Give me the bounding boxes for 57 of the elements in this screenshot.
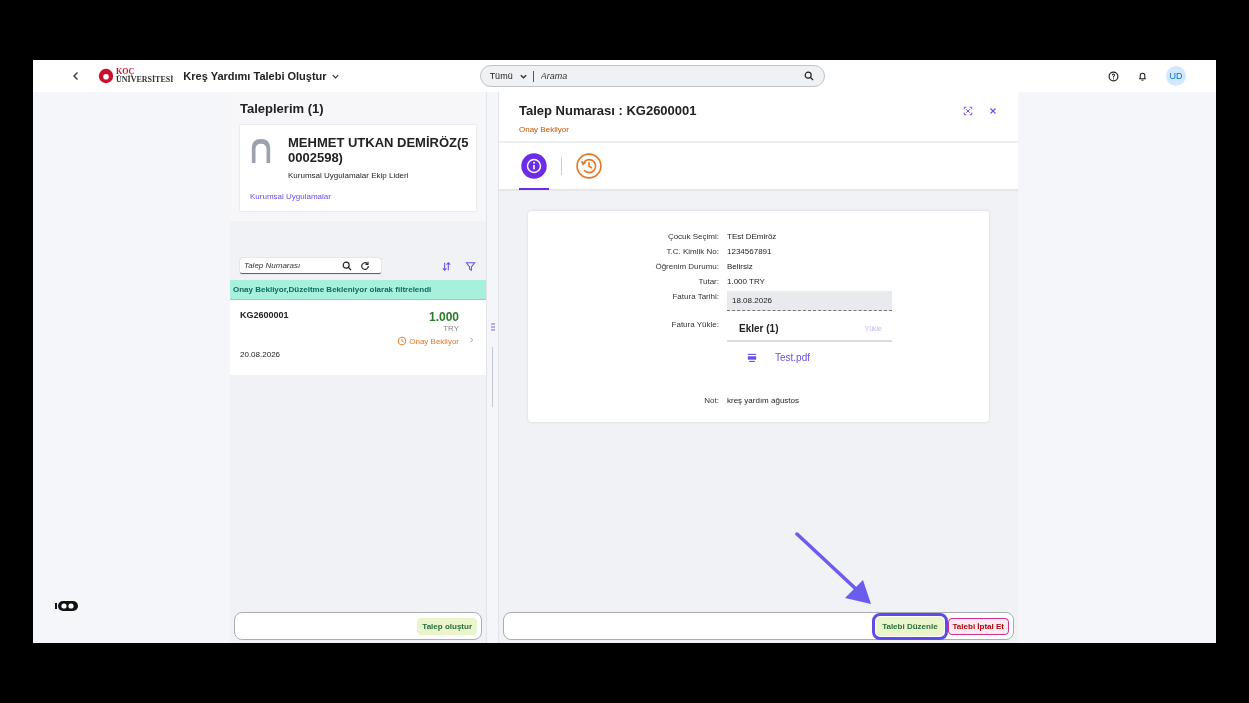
bot-icon[interactable] bbox=[55, 600, 79, 612]
currency: TRY bbox=[443, 324, 459, 333]
search-field[interactable]: Talep Numarası bbox=[240, 258, 381, 274]
search-icon[interactable] bbox=[342, 260, 352, 271]
person-name: MEHMET UTKAN DEMİRÖZ(50002598) bbox=[288, 135, 470, 165]
logo-text: ÜNİVERSİTESİ bbox=[116, 76, 174, 84]
info-icon bbox=[521, 153, 547, 179]
status-text: Onay Bekliyor bbox=[409, 336, 459, 346]
field-value: TEst DEmiröz bbox=[727, 231, 778, 243]
field-label: Öğrenim Durumu: bbox=[654, 261, 719, 273]
panel-title: Taleplerim (1) bbox=[240, 101, 325, 116]
create-request-button[interactable]: Talep oluştur bbox=[417, 617, 477, 635]
filter-icon[interactable] bbox=[465, 260, 476, 272]
date-field[interactable]: 18.08.2026 bbox=[727, 291, 892, 311]
field-value: 1.000 TRY bbox=[727, 276, 766, 288]
person-role: Kurumsal Uygulamalar Ekip Lideri bbox=[288, 171, 410, 180]
field-label: Fatura Tarihi: bbox=[671, 291, 719, 303]
app-title-menu[interactable]: Kreş Yardımı Talebi Oluştur bbox=[183, 70, 340, 82]
scope-select[interactable]: Tümü bbox=[489, 71, 528, 81]
filter-info-bar: Onay Bekliyor,Düzeltme Bekleniyor olarak filtrelendi bbox=[230, 280, 486, 300]
department-link[interactable]: Kurumsal Uygulamalar bbox=[250, 192, 331, 201]
search-icon[interactable] bbox=[803, 71, 814, 81]
drag-handle-icon[interactable] bbox=[490, 322, 495, 333]
amount: 1.000 bbox=[428, 310, 459, 324]
history-icon bbox=[397, 336, 408, 346]
request-list-item[interactable]: KG2600001 1.000 TRY Onay Bekliyor 20.08.2026 bbox=[230, 300, 486, 375]
field-value: kreş yardım ağustos bbox=[727, 395, 801, 407]
field-label: Fatura Yükle: bbox=[670, 319, 719, 331]
logo-icon bbox=[98, 68, 114, 84]
chevron-right-icon bbox=[469, 336, 474, 344]
field-label: Çocuk Seçimi: bbox=[666, 231, 719, 243]
expand-icon[interactable] bbox=[963, 105, 973, 116]
status-text: Onay Bekliyor bbox=[519, 125, 569, 134]
field-label: Not: bbox=[703, 395, 719, 407]
cancel-request-button[interactable]: Talebi İptal Et bbox=[947, 617, 1009, 635]
history-icon bbox=[576, 153, 602, 179]
field-label: T.C. Kimlik No: bbox=[665, 246, 719, 258]
search-input[interactable]: Arama bbox=[538, 70, 804, 82]
sort-icon[interactable] bbox=[441, 260, 452, 272]
help-icon[interactable] bbox=[1108, 70, 1119, 82]
detail-title: Talep Numarası : KG2600001 bbox=[519, 103, 698, 118]
request-id: KG2600001 bbox=[240, 310, 290, 320]
close-icon[interactable] bbox=[988, 105, 998, 116]
person-silhouette-icon bbox=[250, 137, 272, 165]
attachments-title: Ekler (1) bbox=[739, 322, 779, 336]
logo-text: KOÇ bbox=[116, 68, 135, 76]
back-icon[interactable] bbox=[71, 71, 81, 81]
user-avatar[interactable]: UD bbox=[1166, 66, 1186, 86]
search-field[interactable]: Tümü Arama bbox=[479, 65, 825, 87]
field-value: 1234567891 bbox=[727, 246, 773, 258]
field-value: Belirsiz bbox=[727, 261, 754, 273]
request-date: 20.08.2026 bbox=[240, 350, 282, 359]
file-link[interactable]: Test.pdf bbox=[775, 350, 811, 365]
bell-icon[interactable] bbox=[1137, 70, 1148, 82]
field-label: Tutar: bbox=[697, 276, 719, 288]
pdf-file-icon bbox=[747, 352, 757, 363]
refresh-icon[interactable] bbox=[360, 260, 370, 271]
